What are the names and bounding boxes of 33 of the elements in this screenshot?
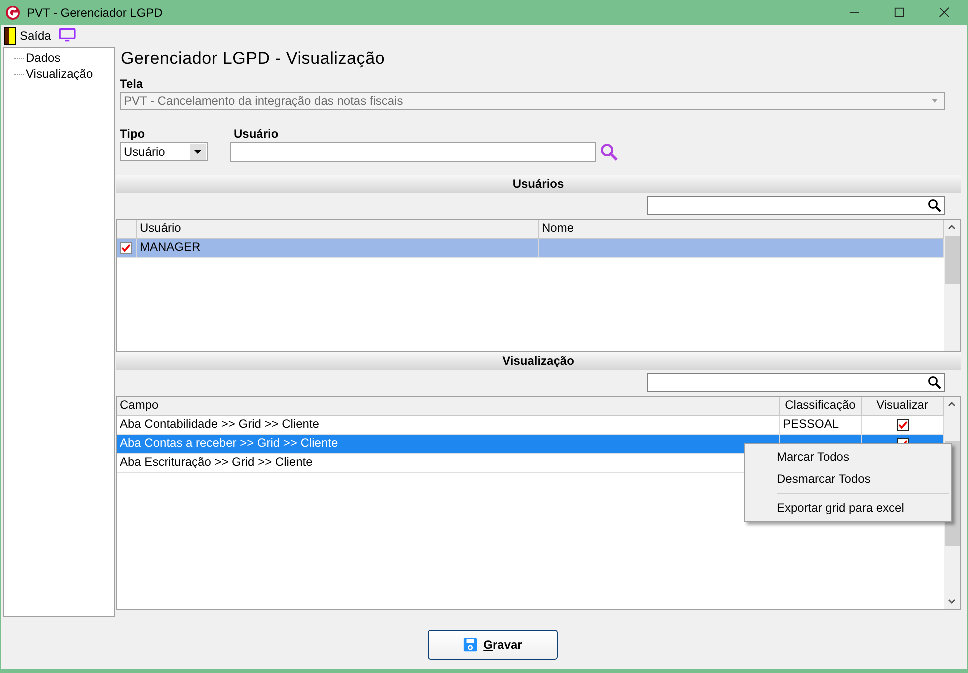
window-title: PVT - Gerenciador LGPD <box>27 6 163 20</box>
column-header[interactable]: Classificação <box>780 397 862 415</box>
checkbox[interactable] <box>896 419 908 431</box>
logo-icon <box>5 4 21 20</box>
user-input-field[interactable] <box>230 142 596 162</box>
table-cell: Aba Contas a receber >> Grid >> Cliente <box>120 436 338 450</box>
page-heading: Gerenciador LGPD - Visualização <box>120 48 386 70</box>
door-icon <box>4 26 16 44</box>
scrollbar[interactable] <box>944 220 960 351</box>
section-header: Visualização <box>116 352 961 370</box>
save-button[interactable]: Gravar <box>428 630 558 660</box>
table-cell: MANAGER <box>140 240 201 254</box>
section-header: Usuários <box>116 175 961 193</box>
tree-item[interactable]: Visualização <box>26 67 94 81</box>
table-row[interactable]: MANAGER <box>117 239 944 258</box>
tree-item[interactable]: Dados <box>26 51 61 65</box>
field-label: Tipo <box>119 127 146 140</box>
exit-button[interactable]: Saída <box>4 26 52 44</box>
type-dropdown[interactable]: Usuário <box>120 142 208 161</box>
table-cell: Aba Escrituração >> Grid >> Cliente <box>120 455 313 469</box>
menu-item[interactable]: Exportar grid para excel <box>745 497 951 519</box>
field-label: Tela <box>119 77 144 90</box>
search-field[interactable] <box>647 373 945 392</box>
table-cell: PESSOAL <box>783 417 840 431</box>
monitor-icon[interactable] <box>59 28 76 43</box>
column-header[interactable]: Usuário <box>137 220 539 238</box>
search-field[interactable] <box>647 196 945 215</box>
column-header[interactable]: Campo <box>117 397 780 415</box>
checkbox[interactable] <box>120 242 132 254</box>
field-label: Usuário <box>233 127 280 140</box>
search-icon[interactable] <box>928 376 942 390</box>
search-icon[interactable] <box>928 198 942 212</box>
table-cell: Aba Contabilidade >> Grid >> Cliente <box>120 417 320 431</box>
